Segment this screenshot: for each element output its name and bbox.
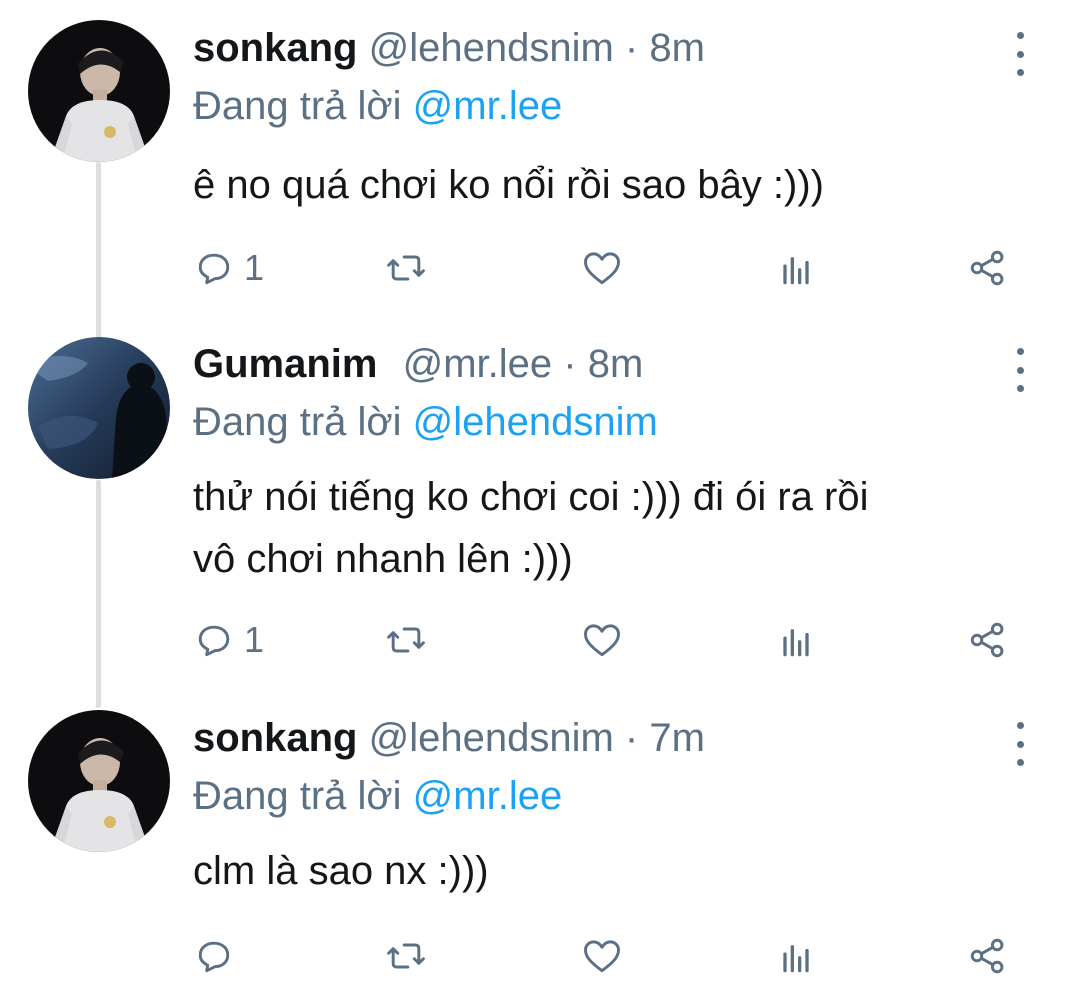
avatar[interactable] <box>28 337 170 479</box>
analytics-icon <box>783 257 809 285</box>
share-button[interactable] <box>966 616 1010 664</box>
retweet-button[interactable] <box>384 616 428 664</box>
like-button[interactable] <box>580 244 624 292</box>
replying-to: Đang trả lời @mr.lee <box>193 82 562 130</box>
analytics-button[interactable] <box>774 932 818 980</box>
reply-icon <box>198 253 230 285</box>
display-name[interactable]: Gumanim <box>193 342 377 386</box>
avatar[interactable] <box>28 20 170 162</box>
replying-prefix: Đang trả lời <box>193 400 402 444</box>
tweet-text-line: clm là sao nx :))) <box>193 849 489 893</box>
separator-dot: · <box>624 716 639 760</box>
replying-prefix: Đang trả lời <box>193 774 402 818</box>
avatar-image-scene <box>28 337 170 479</box>
avatar-image-boy <box>28 710 170 852</box>
more-vertical-icon[interactable] <box>1006 32 1034 76</box>
reply-button[interactable] <box>192 932 244 980</box>
like-button[interactable] <box>580 932 624 980</box>
analytics-button[interactable] <box>774 616 818 664</box>
tweet-text-line: ê no quá chơi ko nổi rồi sao bây :))) <box>193 163 824 207</box>
like-icon <box>584 252 620 285</box>
tweet-text: thử nói tiếng ko chơi coi :))) đi ói ra … <box>193 466 1033 590</box>
display-name[interactable]: sonkang <box>193 716 357 760</box>
reply-count: 1 <box>244 619 265 660</box>
action-bar <box>0 932 1080 980</box>
like-icon <box>584 624 620 657</box>
reply-button[interactable]: 1 <box>192 616 264 664</box>
analytics-icon <box>783 945 809 973</box>
reply-button[interactable]: 1 <box>192 244 264 292</box>
reply-icon <box>198 941 230 973</box>
retweet-button[interactable] <box>384 932 428 980</box>
reply-count: 1 <box>244 247 265 288</box>
separator-dot: · <box>563 342 577 386</box>
tweet[interactable]: sonkang @lehendsnim · 7m Đang trả lời @m… <box>0 710 1080 984</box>
share-button[interactable] <box>966 932 1010 980</box>
share-icon <box>970 938 1004 974</box>
tweet-text-line: vô chơi nhanh lên :))) <box>193 537 573 581</box>
user-handle[interactable]: @mr.lee <box>403 342 553 386</box>
mention-link[interactable]: @mr.lee <box>413 774 563 818</box>
more-vertical-icon[interactable] <box>1006 348 1034 392</box>
more-vertical-icon[interactable] <box>1006 722 1034 766</box>
tweet-text-line: thử nói tiếng ko chơi coi :))) đi ói ra … <box>193 475 869 519</box>
tweet[interactable]: sonkang @lehendsnim · 8m Đang trả lời @m… <box>0 20 1080 304</box>
retweet-icon <box>387 943 425 969</box>
like-icon <box>584 940 620 973</box>
reply-icon <box>198 625 230 657</box>
action-bar: 1 <box>0 616 1080 664</box>
mention-link[interactable]: @lehendsnim <box>413 400 658 444</box>
avatar[interactable] <box>28 710 170 852</box>
analytics-button[interactable] <box>774 244 818 292</box>
replying-to: Đang trả lời @lehendsnim <box>193 398 658 446</box>
avatar-image-boy <box>28 20 170 162</box>
share-button[interactable] <box>966 244 1010 292</box>
tweet-header: sonkang @lehendsnim · 7m <box>193 714 705 762</box>
retweet-icon <box>387 255 425 281</box>
tweet-text: ê no quá chơi ko nổi rồi sao bây :))) <box>193 154 1033 216</box>
analytics-icon <box>783 629 809 657</box>
timestamp[interactable]: 8m <box>649 26 705 70</box>
share-icon <box>970 622 1004 658</box>
mention-link[interactable]: @mr.lee <box>413 84 563 128</box>
timestamp[interactable]: 7m <box>649 716 705 760</box>
share-icon <box>970 250 1004 286</box>
like-button[interactable] <box>580 616 624 664</box>
tweet-text: clm là sao nx :))) <box>193 840 1033 902</box>
retweet-icon <box>387 627 425 653</box>
user-handle[interactable]: @lehendsnim <box>369 716 614 760</box>
display-name[interactable]: sonkang <box>193 26 357 70</box>
retweet-button[interactable] <box>384 244 428 292</box>
user-handle[interactable]: @lehendsnim <box>369 26 614 70</box>
separator-dot: · <box>624 26 639 70</box>
tweet-header: sonkang @lehendsnim · 8m <box>193 24 705 72</box>
action-bar: 1 <box>0 244 1080 292</box>
tweet-header: Gumanim @mr.lee · 8m <box>193 340 643 388</box>
timestamp[interactable]: 8m <box>588 342 644 386</box>
replying-prefix: Đang trả lời <box>193 84 402 128</box>
replying-to: Đang trả lời @mr.lee <box>193 772 562 820</box>
tweet[interactable]: Gumanim @mr.lee · 8m Đang trả lời @lehen… <box>0 337 1080 680</box>
tweet-thread: sonkang @lehendsnim · 8m Đang trả lời @m… <box>0 0 1080 993</box>
